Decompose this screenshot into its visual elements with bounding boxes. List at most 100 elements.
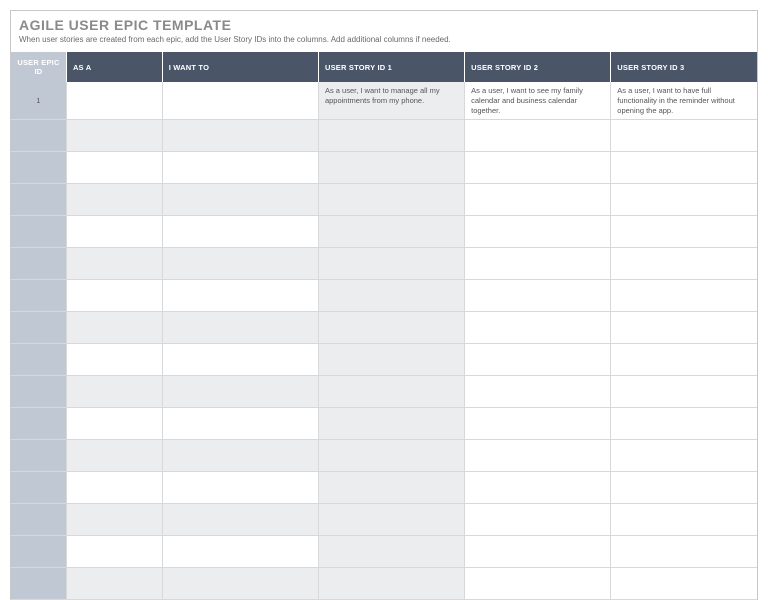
cell-story2[interactable] bbox=[465, 536, 611, 568]
cell-story2[interactable] bbox=[465, 312, 611, 344]
cell-epic-id[interactable] bbox=[11, 184, 66, 216]
cell-i-want-to[interactable] bbox=[162, 312, 318, 344]
cell-epic-id[interactable] bbox=[11, 536, 66, 568]
cell-story1[interactable] bbox=[318, 280, 464, 312]
cell-story1[interactable] bbox=[318, 120, 464, 152]
cell-story1[interactable] bbox=[318, 504, 464, 536]
cell-epic-id[interactable] bbox=[11, 248, 66, 280]
cell-story3[interactable] bbox=[611, 152, 757, 184]
cell-story2[interactable] bbox=[465, 408, 611, 440]
cell-story3[interactable] bbox=[611, 120, 757, 152]
cell-epic-id[interactable] bbox=[11, 312, 66, 344]
cell-story3[interactable] bbox=[611, 536, 757, 568]
cell-epic-id[interactable] bbox=[11, 568, 66, 600]
cell-as-a[interactable] bbox=[66, 472, 162, 504]
cell-as-a[interactable] bbox=[66, 376, 162, 408]
cell-i-want-to[interactable] bbox=[162, 184, 318, 216]
cell-epic-id[interactable] bbox=[11, 344, 66, 376]
cell-story1[interactable]: As a user, I want to manage all my appoi… bbox=[318, 82, 464, 120]
cell-story2[interactable] bbox=[465, 376, 611, 408]
cell-i-want-to[interactable] bbox=[162, 248, 318, 280]
cell-story1[interactable] bbox=[318, 184, 464, 216]
cell-epic-id[interactable]: 1 bbox=[11, 82, 66, 120]
cell-i-want-to[interactable] bbox=[162, 82, 318, 120]
cell-as-a[interactable] bbox=[66, 280, 162, 312]
cell-epic-id[interactable] bbox=[11, 504, 66, 536]
cell-story2[interactable] bbox=[465, 344, 611, 376]
cell-story2[interactable] bbox=[465, 472, 611, 504]
cell-story3[interactable]: As a user, I want to have full functiona… bbox=[611, 82, 757, 120]
cell-epic-id[interactable] bbox=[11, 408, 66, 440]
cell-story3[interactable] bbox=[611, 472, 757, 504]
cell-epic-id[interactable] bbox=[11, 280, 66, 312]
page-title: AGILE USER EPIC TEMPLATE bbox=[11, 11, 757, 35]
cell-story2[interactable] bbox=[465, 568, 611, 600]
cell-story3[interactable] bbox=[611, 440, 757, 472]
epic-table: USER EPIC ID AS A I WANT TO USER STORY I… bbox=[11, 52, 757, 600]
cell-story3[interactable] bbox=[611, 184, 757, 216]
cell-as-a[interactable] bbox=[66, 504, 162, 536]
cell-i-want-to[interactable] bbox=[162, 152, 318, 184]
cell-i-want-to[interactable] bbox=[162, 408, 318, 440]
cell-story2[interactable] bbox=[465, 504, 611, 536]
cell-story2[interactable]: As a user, I want to see my family calen… bbox=[465, 82, 611, 120]
cell-epic-id[interactable] bbox=[11, 120, 66, 152]
cell-as-a[interactable] bbox=[66, 248, 162, 280]
cell-as-a[interactable] bbox=[66, 568, 162, 600]
cell-story1[interactable] bbox=[318, 216, 464, 248]
cell-story3[interactable] bbox=[611, 216, 757, 248]
cell-i-want-to[interactable] bbox=[162, 568, 318, 600]
cell-i-want-to[interactable] bbox=[162, 280, 318, 312]
cell-story3[interactable] bbox=[611, 568, 757, 600]
cell-story1[interactable] bbox=[318, 376, 464, 408]
cell-i-want-to[interactable] bbox=[162, 344, 318, 376]
cell-as-a[interactable] bbox=[66, 120, 162, 152]
cell-as-a[interactable] bbox=[66, 184, 162, 216]
cell-i-want-to[interactable] bbox=[162, 376, 318, 408]
cell-story1[interactable] bbox=[318, 472, 464, 504]
cell-as-a[interactable] bbox=[66, 408, 162, 440]
cell-story2[interactable] bbox=[465, 248, 611, 280]
cell-story3[interactable] bbox=[611, 408, 757, 440]
cell-story2[interactable] bbox=[465, 120, 611, 152]
cell-as-a[interactable] bbox=[66, 440, 162, 472]
cell-epic-id[interactable] bbox=[11, 472, 66, 504]
cell-epic-id[interactable] bbox=[11, 376, 66, 408]
cell-epic-id[interactable] bbox=[11, 152, 66, 184]
cell-epic-id[interactable] bbox=[11, 440, 66, 472]
cell-as-a[interactable] bbox=[66, 344, 162, 376]
cell-story1[interactable] bbox=[318, 408, 464, 440]
cell-epic-id[interactable] bbox=[11, 216, 66, 248]
cell-as-a[interactable] bbox=[66, 82, 162, 120]
cell-story2[interactable] bbox=[465, 216, 611, 248]
cell-as-a[interactable] bbox=[66, 216, 162, 248]
cell-story3[interactable] bbox=[611, 248, 757, 280]
cell-i-want-to[interactable] bbox=[162, 120, 318, 152]
cell-story3[interactable] bbox=[611, 376, 757, 408]
cell-i-want-to[interactable] bbox=[162, 440, 318, 472]
cell-story1[interactable] bbox=[318, 312, 464, 344]
cell-story1[interactable] bbox=[318, 152, 464, 184]
table-row bbox=[11, 152, 757, 184]
cell-i-want-to[interactable] bbox=[162, 472, 318, 504]
cell-story3[interactable] bbox=[611, 504, 757, 536]
cell-story1[interactable] bbox=[318, 568, 464, 600]
table-row: 1 As a user, I want to manage all my appo… bbox=[11, 82, 757, 120]
cell-i-want-to[interactable] bbox=[162, 504, 318, 536]
cell-story3[interactable] bbox=[611, 344, 757, 376]
cell-story2[interactable] bbox=[465, 152, 611, 184]
cell-story3[interactable] bbox=[611, 312, 757, 344]
cell-story1[interactable] bbox=[318, 248, 464, 280]
cell-as-a[interactable] bbox=[66, 536, 162, 568]
cell-story1[interactable] bbox=[318, 344, 464, 376]
cell-story2[interactable] bbox=[465, 184, 611, 216]
cell-story1[interactable] bbox=[318, 440, 464, 472]
cell-story2[interactable] bbox=[465, 440, 611, 472]
cell-story2[interactable] bbox=[465, 280, 611, 312]
cell-i-want-to[interactable] bbox=[162, 536, 318, 568]
cell-i-want-to[interactable] bbox=[162, 216, 318, 248]
cell-as-a[interactable] bbox=[66, 312, 162, 344]
cell-as-a[interactable] bbox=[66, 152, 162, 184]
cell-story1[interactable] bbox=[318, 536, 464, 568]
cell-story3[interactable] bbox=[611, 280, 757, 312]
